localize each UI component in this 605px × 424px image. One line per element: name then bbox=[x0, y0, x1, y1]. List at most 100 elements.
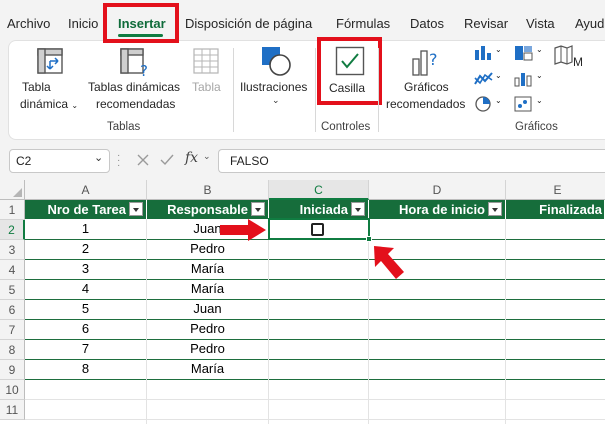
table-header-label: Hora de inicio bbox=[399, 202, 485, 217]
hierarchy-chart-icon[interactable] bbox=[513, 44, 535, 62]
cell-nro[interactable]: 1 bbox=[25, 219, 147, 239]
row-header[interactable]: 4 bbox=[0, 260, 25, 280]
chevron-down-icon[interactable]: ⌄ bbox=[536, 45, 543, 54]
table-header-finalizada[interactable]: Finalizada bbox=[506, 200, 605, 219]
illustrations-label: Ilustraciones bbox=[240, 80, 308, 94]
checkbox-unchecked[interactable] bbox=[311, 223, 324, 236]
table-header-label: Nro de Tarea bbox=[47, 202, 126, 217]
arrow-right-annotation bbox=[220, 219, 266, 241]
svg-text:?: ? bbox=[429, 50, 438, 69]
row-header[interactable]: 9 bbox=[0, 360, 25, 380]
pie-chart-icon[interactable] bbox=[473, 95, 495, 113]
table-button[interactable]: Tabla bbox=[186, 45, 226, 115]
column-chart-icon[interactable] bbox=[473, 44, 495, 62]
selected-cell-c2[interactable] bbox=[268, 218, 370, 240]
row-header[interactable]: 7 bbox=[0, 320, 25, 340]
row-header[interactable]: 8 bbox=[0, 340, 25, 360]
name-box-value: C2 bbox=[16, 154, 32, 168]
column-header-e[interactable]: E bbox=[506, 180, 605, 200]
row-header[interactable]: 3 bbox=[0, 240, 25, 260]
recommended-charts-icon: ? bbox=[412, 50, 438, 76]
tab-archivo[interactable]: Archivo bbox=[7, 16, 50, 31]
table-header-hora[interactable]: Hora de inicio bbox=[369, 200, 506, 219]
chevron-down-icon[interactable]: ⌄ bbox=[495, 96, 502, 105]
cell-nro[interactable]: 5 bbox=[25, 299, 147, 319]
pivot-table-label: Tabla bbox=[22, 80, 51, 94]
checkbox-control-button[interactable]: Casilla bbox=[317, 37, 382, 105]
arrow-up-left-annotation bbox=[374, 246, 404, 279]
recommended-pivot-label: Tablas dinámicas bbox=[88, 80, 181, 94]
chevron-down-icon[interactable]: ⌄ bbox=[536, 96, 543, 105]
tab-disposicion[interactable]: Disposición de página bbox=[185, 16, 312, 31]
chevron-down-icon[interactable]: ⌄ bbox=[495, 71, 502, 80]
cell-nro[interactable]: 8 bbox=[25, 359, 147, 379]
cell-nro[interactable]: 6 bbox=[25, 319, 147, 339]
recommended-charts-label-2: recomendados bbox=[386, 97, 466, 111]
recommended-charts-button[interactable]: ? Gráficos recomendados bbox=[384, 45, 470, 115]
filter-dropdown-icon[interactable] bbox=[488, 202, 502, 216]
chevron-down-icon: ⌄ bbox=[71, 101, 79, 110]
chevron-down-icon[interactable]: ⌄ bbox=[94, 151, 103, 164]
grid-line bbox=[368, 219, 369, 424]
row-header[interactable]: 5 bbox=[0, 280, 25, 300]
filter-dropdown-icon[interactable] bbox=[351, 202, 365, 216]
scatter-chart-icon[interactable] bbox=[513, 95, 535, 113]
cancel-icon[interactable] bbox=[135, 152, 151, 168]
column-header-b[interactable]: B bbox=[147, 180, 269, 200]
filter-dropdown-icon[interactable] bbox=[129, 202, 143, 216]
cell-responsable[interactable]: María bbox=[147, 259, 269, 279]
recommended-charts-label: Gráficos bbox=[404, 80, 449, 94]
cell-responsable[interactable]: Juan bbox=[147, 299, 269, 319]
cell-nro[interactable]: 4 bbox=[25, 279, 147, 299]
recommended-pivot-label-2: recomendadas bbox=[96, 97, 176, 111]
insert-function-button[interactable]: fx bbox=[185, 150, 198, 166]
map-label: M bbox=[573, 55, 583, 69]
formula-input[interactable]: FALSO bbox=[218, 149, 605, 173]
svg-text:?: ? bbox=[140, 62, 148, 79]
cell-responsable[interactable]: Pedro bbox=[147, 319, 269, 339]
statistic-chart-icon[interactable] bbox=[513, 70, 535, 88]
group-label-tablas: Tablas bbox=[107, 121, 141, 133]
enter-icon[interactable] bbox=[159, 152, 175, 168]
select-all-corner[interactable] bbox=[0, 180, 25, 200]
grid-line bbox=[25, 419, 605, 420]
chevron-down-icon[interactable]: ⌄ bbox=[495, 45, 502, 54]
filter-dropdown-icon[interactable] bbox=[251, 202, 265, 216]
cell-nro[interactable]: 3 bbox=[25, 259, 147, 279]
row-header[interactable]: 10 bbox=[0, 380, 25, 400]
cell-responsable[interactable]: María bbox=[147, 279, 269, 299]
row-header[interactable]: 6 bbox=[0, 300, 25, 320]
chevron-down-icon[interactable]: ⌄ bbox=[536, 71, 543, 80]
tab-inicio[interactable]: Inicio bbox=[68, 16, 98, 31]
tab-revisar[interactable]: Revisar bbox=[464, 16, 508, 31]
tab-datos[interactable]: Datos bbox=[410, 16, 444, 31]
recommended-pivot-button[interactable]: ? Tablas dinámicas recomendadas bbox=[86, 45, 182, 115]
cell-responsable[interactable]: Pedro bbox=[147, 339, 269, 359]
cell-responsable[interactable]: María bbox=[147, 359, 269, 379]
grid-line bbox=[25, 399, 605, 400]
column-header-c[interactable]: C bbox=[269, 180, 369, 200]
name-box[interactable]: C2 ⌄ bbox=[9, 149, 110, 173]
row-header[interactable]: 1 bbox=[0, 200, 25, 220]
tab-ayuda[interactable]: Ayuda bbox=[575, 16, 605, 31]
checkbox-icon bbox=[335, 46, 365, 76]
column-header-a[interactable]: A bbox=[25, 180, 147, 200]
pivot-table-button[interactable]: Tabla dinámica ⌄ bbox=[18, 45, 80, 115]
map-chart-icon[interactable] bbox=[552, 44, 574, 66]
more-options-icon[interactable]: · · · bbox=[117, 151, 121, 171]
table-icon bbox=[193, 48, 219, 74]
illustrations-button[interactable]: Ilustraciones ⌄ bbox=[240, 45, 312, 115]
cell-nro[interactable]: 7 bbox=[25, 339, 147, 359]
tab-formulas[interactable]: Fórmulas bbox=[336, 16, 390, 31]
row-header[interactable]: 2 bbox=[0, 220, 25, 240]
table-header-nro[interactable]: Nro de Tarea bbox=[25, 200, 147, 219]
chevron-down-icon[interactable]: ⌄ bbox=[203, 151, 211, 162]
column-header-d[interactable]: D bbox=[369, 180, 506, 200]
ribbon-separator bbox=[378, 48, 379, 132]
tab-vista[interactable]: Vista bbox=[526, 16, 555, 31]
row-header[interactable]: 11 bbox=[0, 400, 25, 420]
ribbon-separator bbox=[233, 48, 234, 132]
table-header-iniciada[interactable]: Iniciada bbox=[269, 200, 369, 219]
line-chart-icon[interactable] bbox=[473, 70, 495, 88]
cell-nro[interactable]: 2 bbox=[25, 239, 147, 259]
